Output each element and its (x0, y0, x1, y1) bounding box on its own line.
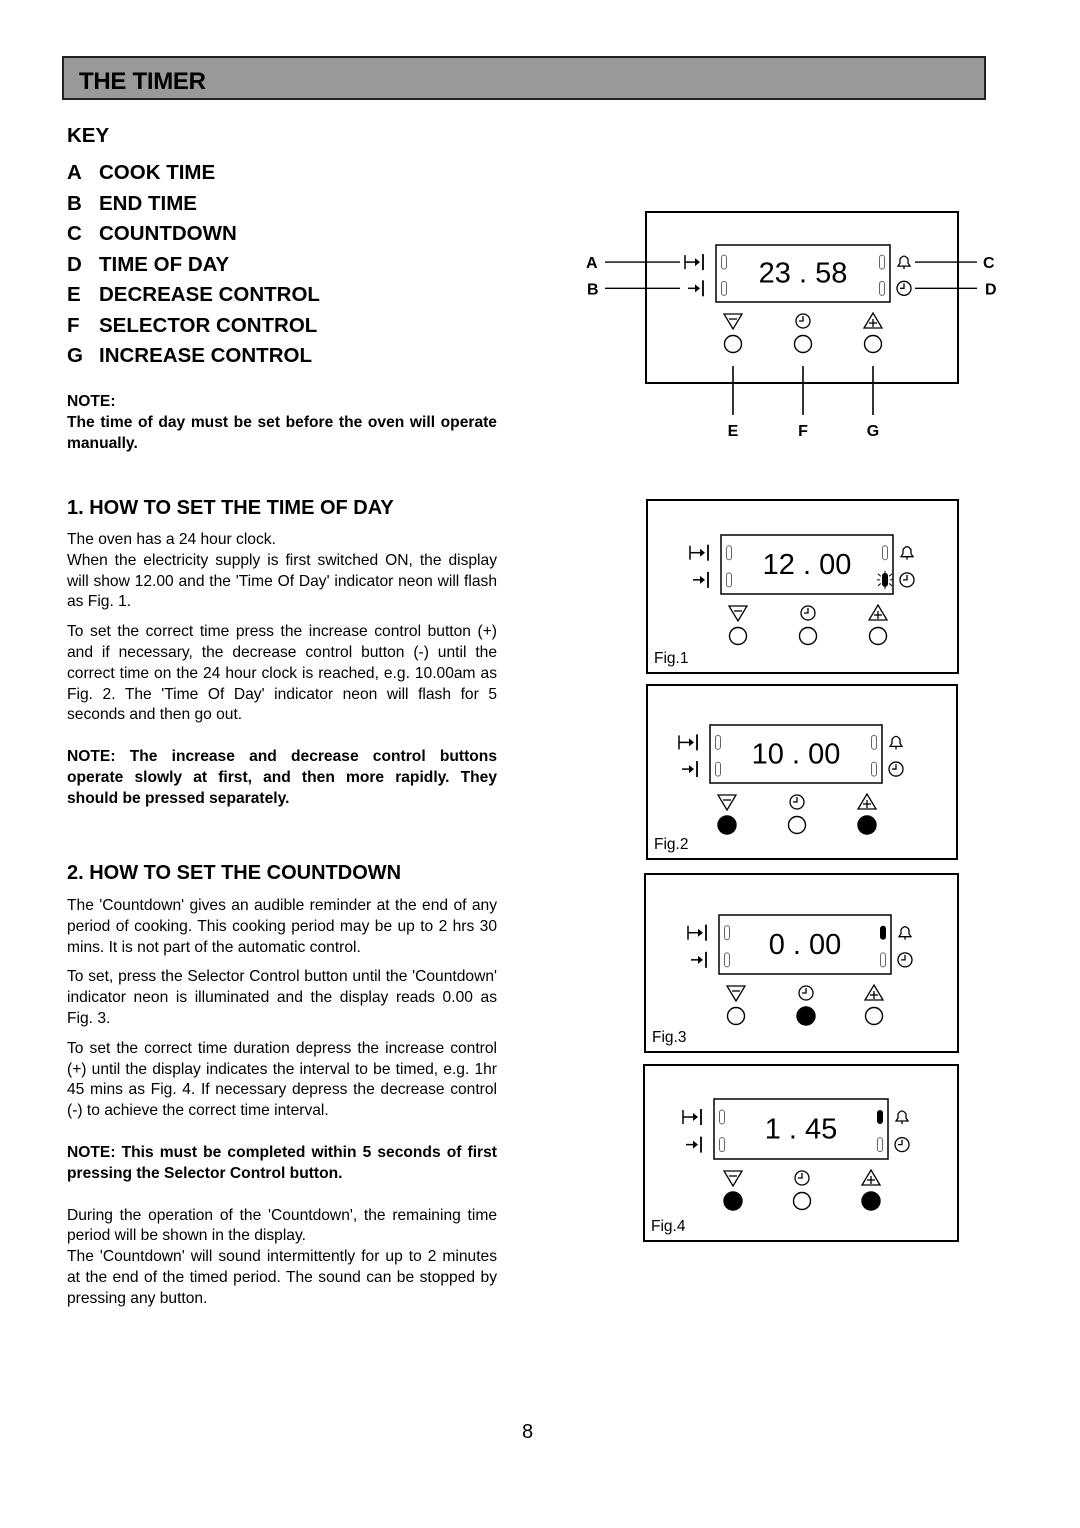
decrease-icon (716, 794, 738, 812)
selector-icon (798, 985, 814, 1001)
decrease-icon (725, 985, 747, 1003)
callout-label-f: F (798, 423, 808, 440)
lcd-readout: 0 . 00 (769, 929, 842, 961)
end-time-icon (693, 571, 709, 588)
bell-icon (897, 926, 913, 940)
timer-diagrams: 23 . 58 AB CD E F G 12 . 00 Fig.1 10 . 00 Fig.2 0 … (586, 211, 997, 1242)
selector-icon (794, 1170, 810, 1186)
cook-time-icon (687, 924, 707, 941)
increase-button (863, 334, 883, 354)
bell-icon (899, 546, 915, 560)
lcd-readout: 12 . 00 (763, 549, 852, 581)
end-time-neon (715, 761, 721, 777)
lcd-readout: 23 . 58 (759, 258, 848, 290)
figure-caption: Fig.3 (652, 1029, 686, 1046)
panel-frame (646, 684, 958, 860)
increase-button (857, 815, 877, 835)
decrease-button (723, 334, 743, 354)
increase-button (861, 1191, 881, 1211)
decrease-icon (722, 1170, 744, 1188)
bell-icon (894, 1110, 910, 1124)
callout-label-d: D (985, 281, 997, 298)
time-of-day-icon (894, 1136, 910, 1153)
selector-icon (795, 313, 811, 329)
selector-button (798, 626, 818, 646)
end-time-neon (719, 1137, 725, 1153)
decrease-icon (727, 605, 749, 623)
countdown-neon (877, 1110, 883, 1124)
end-time-icon (691, 951, 707, 968)
selector-button (787, 815, 807, 835)
panel-frame (645, 211, 959, 384)
increase-button (864, 1006, 884, 1026)
decrease-button (728, 626, 748, 646)
countdown-neon (879, 254, 885, 270)
decrease-button (726, 1006, 746, 1026)
countdown-neon (880, 925, 886, 940)
increase-icon (862, 311, 884, 329)
time-of-day-icon (897, 952, 913, 968)
increase-icon (856, 792, 878, 810)
cook-time-icon (689, 544, 709, 561)
end-time-icon (682, 761, 698, 778)
decrease-button (723, 1191, 743, 1211)
callout-label-a: A (586, 255, 598, 272)
increase-icon (867, 603, 889, 621)
end-time-icon (688, 280, 704, 297)
panel-frame (643, 1064, 959, 1242)
cook-time-neon (715, 734, 721, 750)
end-time-neon (721, 280, 727, 296)
time-of-day-neon (879, 280, 885, 296)
end-time-neon (724, 952, 730, 968)
end-time-neon (726, 572, 732, 588)
main-timer-diagram: 23 . 58 AB CD E F G (586, 211, 997, 440)
bell-icon (896, 255, 912, 270)
time-of-day-icon (888, 761, 904, 777)
time-of-day-neon (877, 570, 893, 589)
cook-time-neon (719, 1109, 725, 1125)
figure-3: 0 . 00 Fig.3 (644, 873, 959, 1053)
figure-caption: Fig.2 (654, 836, 688, 853)
callout-label-g: G (867, 423, 879, 440)
figure-4: 1 . 45 Fig.4 (643, 1064, 959, 1242)
decrease-button (717, 815, 737, 835)
callout-label-c: C (983, 255, 995, 272)
end-time-icon (686, 1136, 702, 1153)
lcd-readout: 1 . 45 (765, 1114, 838, 1146)
time-of-day-neon (871, 761, 877, 777)
cook-time-neon (721, 254, 727, 270)
bell-icon (888, 735, 904, 750)
cook-time-neon (724, 925, 730, 941)
increase-icon (860, 1168, 882, 1186)
increase-button (868, 626, 888, 646)
countdown-neon (871, 734, 877, 750)
time-of-day-icon (896, 280, 912, 296)
figure-2: 10 . 00 Fig.2 (646, 684, 958, 860)
countdown-neon (882, 545, 888, 561)
cook-time-icon (684, 254, 704, 271)
selector-icon (789, 794, 805, 810)
figure-caption: Fig.4 (651, 1218, 686, 1235)
cook-time-icon (678, 734, 698, 751)
decrease-icon (722, 313, 744, 331)
figure-caption: Fig.1 (654, 650, 688, 667)
selector-icon (800, 605, 816, 621)
lcd-readout: 10 . 00 (752, 738, 841, 770)
selector-button (796, 1006, 816, 1026)
callout-label-e: E (728, 423, 739, 440)
selector-button (792, 1191, 812, 1211)
cook-time-icon (682, 1109, 702, 1125)
callout-label-b: B (587, 281, 599, 298)
increase-icon (863, 983, 885, 1001)
selector-button (793, 334, 813, 354)
figure-1: 12 . 00 Fig.1 (646, 499, 959, 674)
panel-frame (646, 499, 959, 674)
time-of-day-neon (877, 1137, 883, 1153)
time-of-day-icon (899, 572, 915, 588)
time-of-day-neon (880, 952, 886, 968)
cook-time-neon (726, 545, 732, 561)
